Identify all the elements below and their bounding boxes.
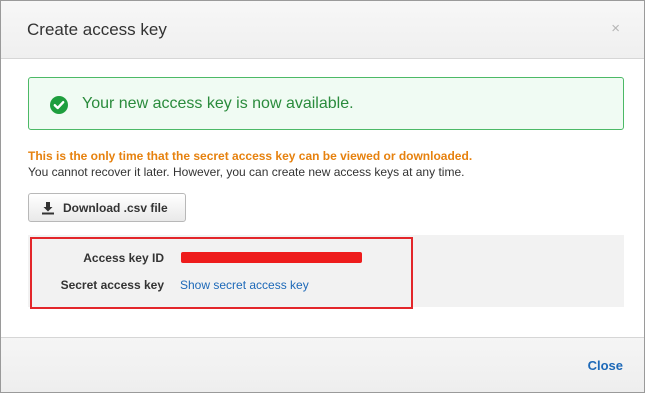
check-circle-icon [50, 96, 68, 114]
dialog-footer: Close [1, 337, 644, 392]
create-access-key-dialog: Create access key × Your new access key … [0, 0, 645, 393]
success-message: Your new access key is now available. [82, 95, 354, 112]
highlight-box [30, 237, 413, 309]
info-text: You cannot recover it later. However, yo… [28, 165, 465, 179]
secret-access-key-label: Secret access key [60, 278, 164, 292]
dialog-header: Create access key × [1, 1, 644, 59]
close-button[interactable]: Close [588, 358, 623, 373]
access-key-id-label: Access key ID [83, 251, 164, 265]
dialog-title: Create access key [27, 20, 167, 39]
warning-text: This is the only time that the secret ac… [28, 149, 473, 163]
access-key-id-redacted [181, 252, 362, 263]
show-secret-access-key-link[interactable]: Show secret access key [180, 278, 309, 292]
close-icon[interactable]: × [611, 21, 620, 36]
download-icon [42, 202, 54, 215]
download-csv-label: Download .csv file [63, 201, 168, 215]
success-alert: Your new access key is now available. [28, 77, 624, 130]
download-csv-button[interactable]: Download .csv file [28, 193, 186, 222]
